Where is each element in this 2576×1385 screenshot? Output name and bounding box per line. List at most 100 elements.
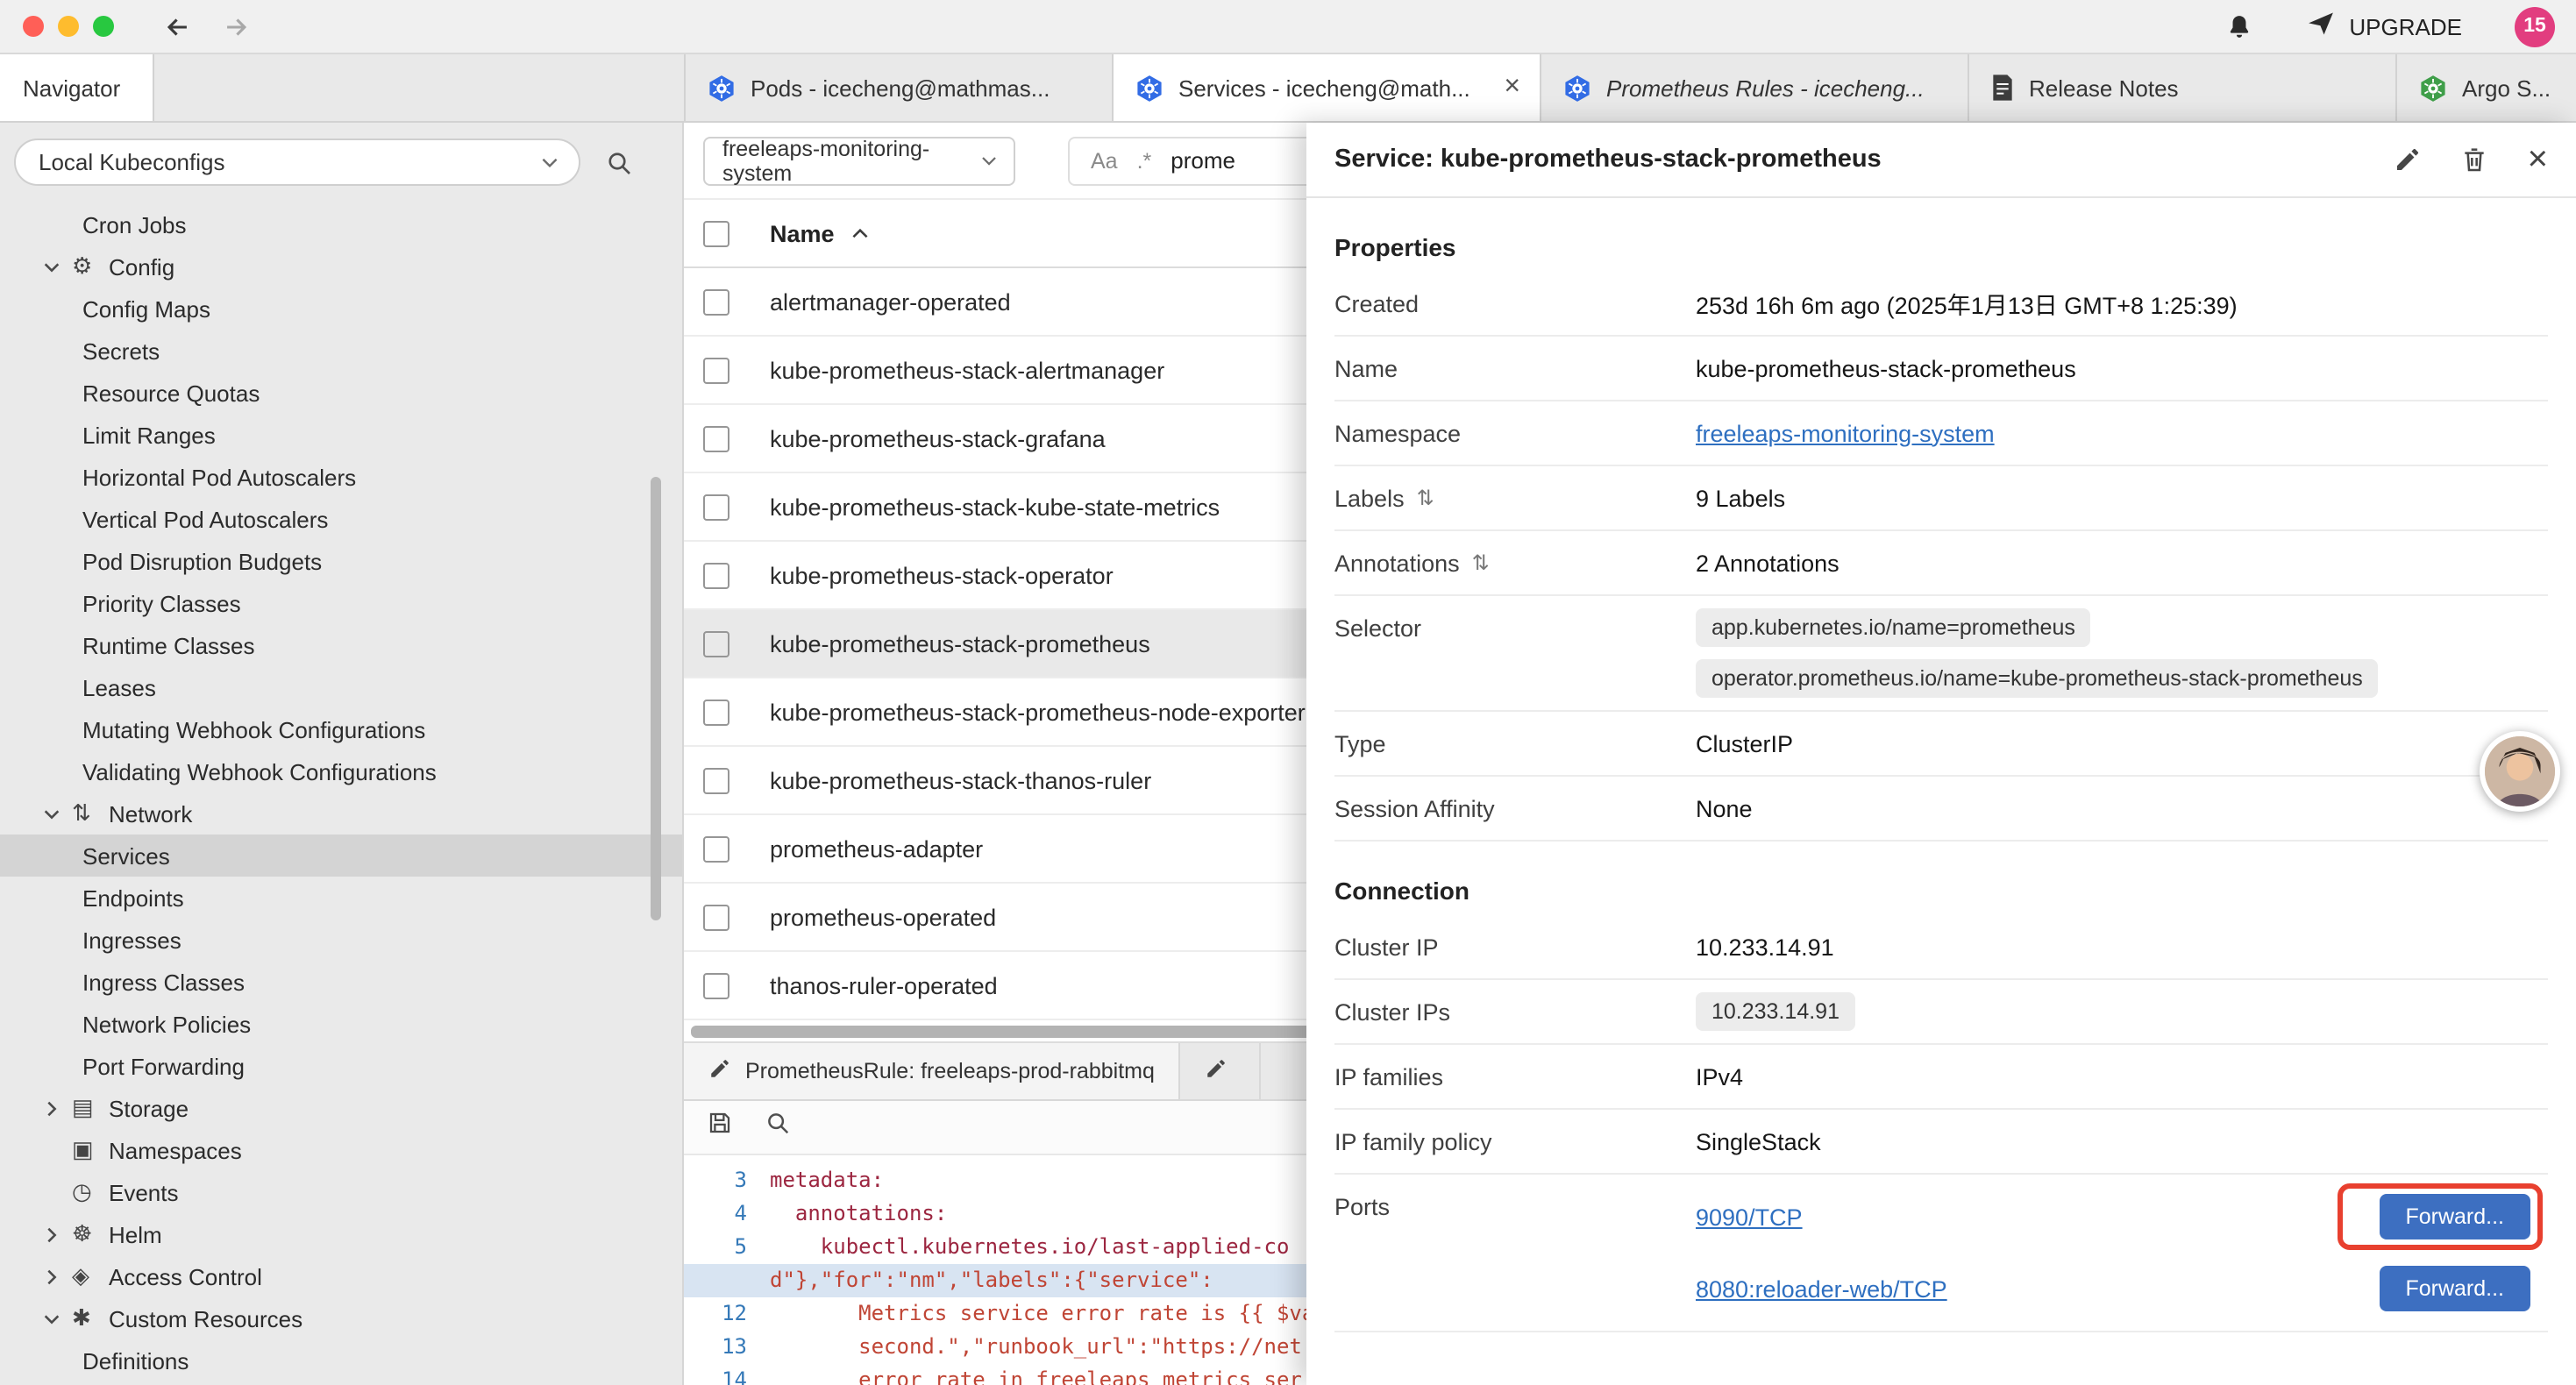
sidebar-item-mutating-webhook-configurations[interactable]: Mutating Webhook Configurations bbox=[0, 708, 682, 750]
forward-button[interactable] bbox=[221, 11, 251, 41]
row-checkbox[interactable] bbox=[703, 699, 729, 725]
editor-search-icon[interactable] bbox=[765, 1110, 791, 1145]
port-link[interactable]: 8080:reloader-web/TCP bbox=[1696, 1275, 1947, 1302]
assistant-avatar[interactable] bbox=[2480, 731, 2560, 812]
sidebar-item-config[interactable]: ⚙Config bbox=[0, 245, 682, 288]
sidebar-item-runtime-classes[interactable]: Runtime Classes bbox=[0, 624, 682, 666]
sidebar-item-network[interactable]: ⇅Network bbox=[0, 792, 682, 835]
tree-item-label: Resource Quotas bbox=[82, 380, 260, 406]
sidebar-item-horizontal-pod-autoscalers[interactable]: Horizontal Pod Autoscalers bbox=[0, 456, 682, 498]
tab-pods-icecheng[interactable]: Pods - icecheng@mathmas... bbox=[686, 54, 1114, 121]
row-checkbox[interactable] bbox=[703, 357, 729, 383]
sidebar-item-pod-disruption-budgets[interactable]: Pod Disruption Budgets bbox=[0, 540, 682, 582]
row-checkbox[interactable] bbox=[703, 630, 729, 657]
kubeconfig-selector[interactable]: Local Kubeconfigs bbox=[14, 138, 580, 186]
row-checkbox[interactable] bbox=[703, 562, 729, 588]
chevron-right-icon[interactable] bbox=[42, 1225, 72, 1244]
sidebar-item-namespaces[interactable]: ▣Namespaces bbox=[0, 1129, 682, 1171]
line-number: 12 bbox=[684, 1297, 770, 1331]
save-icon[interactable] bbox=[707, 1110, 733, 1145]
match-case-toggle[interactable]: Aa bbox=[1091, 148, 1118, 173]
sidebar-item-validating-webhook-configurations[interactable]: Validating Webhook Configurations bbox=[0, 750, 682, 792]
minimize-window-button[interactable] bbox=[58, 16, 79, 37]
sidebar-item-vertical-pod-autoscalers[interactable]: Vertical Pod Autoscalers bbox=[0, 498, 682, 540]
row-checkbox[interactable] bbox=[703, 288, 729, 315]
drawer-actions: × bbox=[2395, 142, 2548, 177]
sidebar-item-priority-classes[interactable]: Priority Classes bbox=[0, 582, 682, 624]
sidebar-scrollbar[interactable] bbox=[651, 477, 661, 920]
close-window-button[interactable] bbox=[23, 16, 44, 37]
tree-item-label: Secrets bbox=[82, 337, 160, 364]
expand-toggle-icon[interactable]: ⇅ bbox=[1472, 550, 1490, 575]
name-column-header[interactable]: Name bbox=[770, 220, 835, 246]
edit-icon[interactable] bbox=[2395, 146, 2423, 174]
row-checkbox[interactable] bbox=[703, 904, 729, 930]
sidebar-item-ingresses[interactable]: Ingresses bbox=[0, 919, 682, 961]
select-all-checkbox[interactable] bbox=[703, 220, 729, 246]
row-checkbox[interactable] bbox=[703, 835, 729, 862]
chevron-down-icon[interactable] bbox=[42, 804, 72, 823]
row-checkbox[interactable] bbox=[703, 425, 729, 451]
forward-button[interactable]: Forward... bbox=[2379, 1194, 2530, 1239]
sidebar-item-services[interactable]: Services bbox=[0, 835, 682, 877]
row-checkbox[interactable] bbox=[703, 494, 729, 520]
notifications-bell-icon[interactable] bbox=[2224, 11, 2252, 41]
detail-value: 253d 16h 6m ago (2025年1月13日 GMT+8 1:25:3… bbox=[1696, 293, 2238, 319]
sidebar-item-limit-ranges[interactable]: Limit Ranges bbox=[0, 414, 682, 456]
value-badge: app.kubernetes.io/name=prometheus bbox=[1696, 608, 2091, 647]
chevron-down-icon[interactable] bbox=[42, 1309, 72, 1328]
chevron-down-icon[interactable] bbox=[42, 257, 72, 276]
sidebar-item-definitions[interactable]: Definitions bbox=[0, 1339, 682, 1381]
line-number bbox=[684, 1264, 770, 1297]
port-row: 9090/TCP Forward... bbox=[1696, 1183, 2548, 1250]
tab-close-icon[interactable]: × bbox=[1500, 72, 1524, 103]
sidebar-item-secrets[interactable]: Secrets bbox=[0, 330, 682, 372]
sidebar-item-events[interactable]: ◷Events bbox=[0, 1171, 682, 1213]
row-checkbox[interactable] bbox=[703, 972, 729, 998]
detail-row-namespace: Namespacefreeleaps-monitoring-system bbox=[1334, 401, 2548, 466]
sidebar-item-custom-resources[interactable]: ✱Custom Resources bbox=[0, 1297, 682, 1339]
delete-icon[interactable] bbox=[2461, 146, 2489, 174]
sidebar-item-leases[interactable]: Leases bbox=[0, 666, 682, 708]
sidebar-search-icon[interactable] bbox=[605, 148, 633, 176]
close-icon[interactable]: × bbox=[2528, 142, 2548, 177]
sidebar-item-config-maps[interactable]: Config Maps bbox=[0, 288, 682, 330]
line-text: Metrics service error rate is {{ $va bbox=[770, 1297, 1314, 1331]
config-icon: ⚙ bbox=[72, 252, 109, 281]
tab-label: Services - icecheng@math... bbox=[1178, 75, 1486, 101]
chevron-right-icon[interactable] bbox=[42, 1098, 72, 1118]
namespace-selector[interactable]: freeleaps-monitoring-system bbox=[703, 136, 1015, 185]
expand-toggle-icon[interactable]: ⇅ bbox=[1417, 486, 1434, 510]
sidebar-item-port-forwarding[interactable]: Port Forwarding bbox=[0, 1045, 682, 1087]
namespace-link[interactable]: freeleaps-monitoring-system bbox=[1696, 420, 1995, 446]
sidebar-item-helm[interactable]: ☸Helm bbox=[0, 1213, 682, 1255]
service-name: prometheus-operated bbox=[770, 904, 996, 930]
sort-ascending-icon[interactable] bbox=[849, 222, 872, 245]
tab-release-notes[interactable]: Release Notes bbox=[1969, 54, 2397, 121]
notification-count-badge[interactable]: 15 bbox=[2515, 6, 2555, 46]
sidebar-item-ingress-classes[interactable]: Ingress Classes bbox=[0, 961, 682, 1003]
sidebar-item-resource-quotas[interactable]: Resource Quotas bbox=[0, 372, 682, 414]
navigator-tab[interactable]: Navigator bbox=[0, 54, 154, 121]
sidebar-item-cron-jobs[interactable]: Cron Jobs bbox=[0, 203, 682, 245]
tab-argo-s[interactable]: Argo S... bbox=[2397, 54, 2576, 121]
line-text: second.","runbook_url":"https://net bbox=[770, 1331, 1302, 1364]
tab-bar-filler bbox=[154, 54, 686, 121]
dock-tab-partial[interactable] bbox=[1181, 1043, 1262, 1099]
dock-tab-prometheusrule[interactable]: PrometheusRule: freeleaps-prod-rabbitmq bbox=[684, 1043, 1181, 1099]
port-link[interactable]: 9090/TCP bbox=[1696, 1204, 1803, 1230]
sidebar-item-network-policies[interactable]: Network Policies bbox=[0, 1003, 682, 1045]
detail-row-ip-families: IP familiesIPv4 bbox=[1334, 1045, 2548, 1110]
sidebar-item-access-control[interactable]: ◈Access Control bbox=[0, 1255, 682, 1297]
upgrade-button[interactable]: UPGRADE bbox=[2305, 9, 2462, 44]
forward-button[interactable]: Forward... bbox=[2379, 1266, 2530, 1311]
sidebar-item-endpoints[interactable]: Endpoints bbox=[0, 877, 682, 919]
back-button[interactable] bbox=[163, 11, 193, 41]
row-checkbox[interactable] bbox=[703, 767, 729, 793]
chevron-right-icon[interactable] bbox=[42, 1267, 72, 1286]
tab-services-icecheng[interactable]: Services - icecheng@math... × bbox=[1114, 54, 1541, 121]
regex-toggle[interactable]: .* bbox=[1137, 148, 1152, 173]
zoom-window-button[interactable] bbox=[93, 16, 114, 37]
tab-prometheus-rules[interactable]: Prometheus Rules - icecheng... bbox=[1541, 54, 1969, 121]
sidebar-item-storage[interactable]: ▤Storage bbox=[0, 1087, 682, 1129]
